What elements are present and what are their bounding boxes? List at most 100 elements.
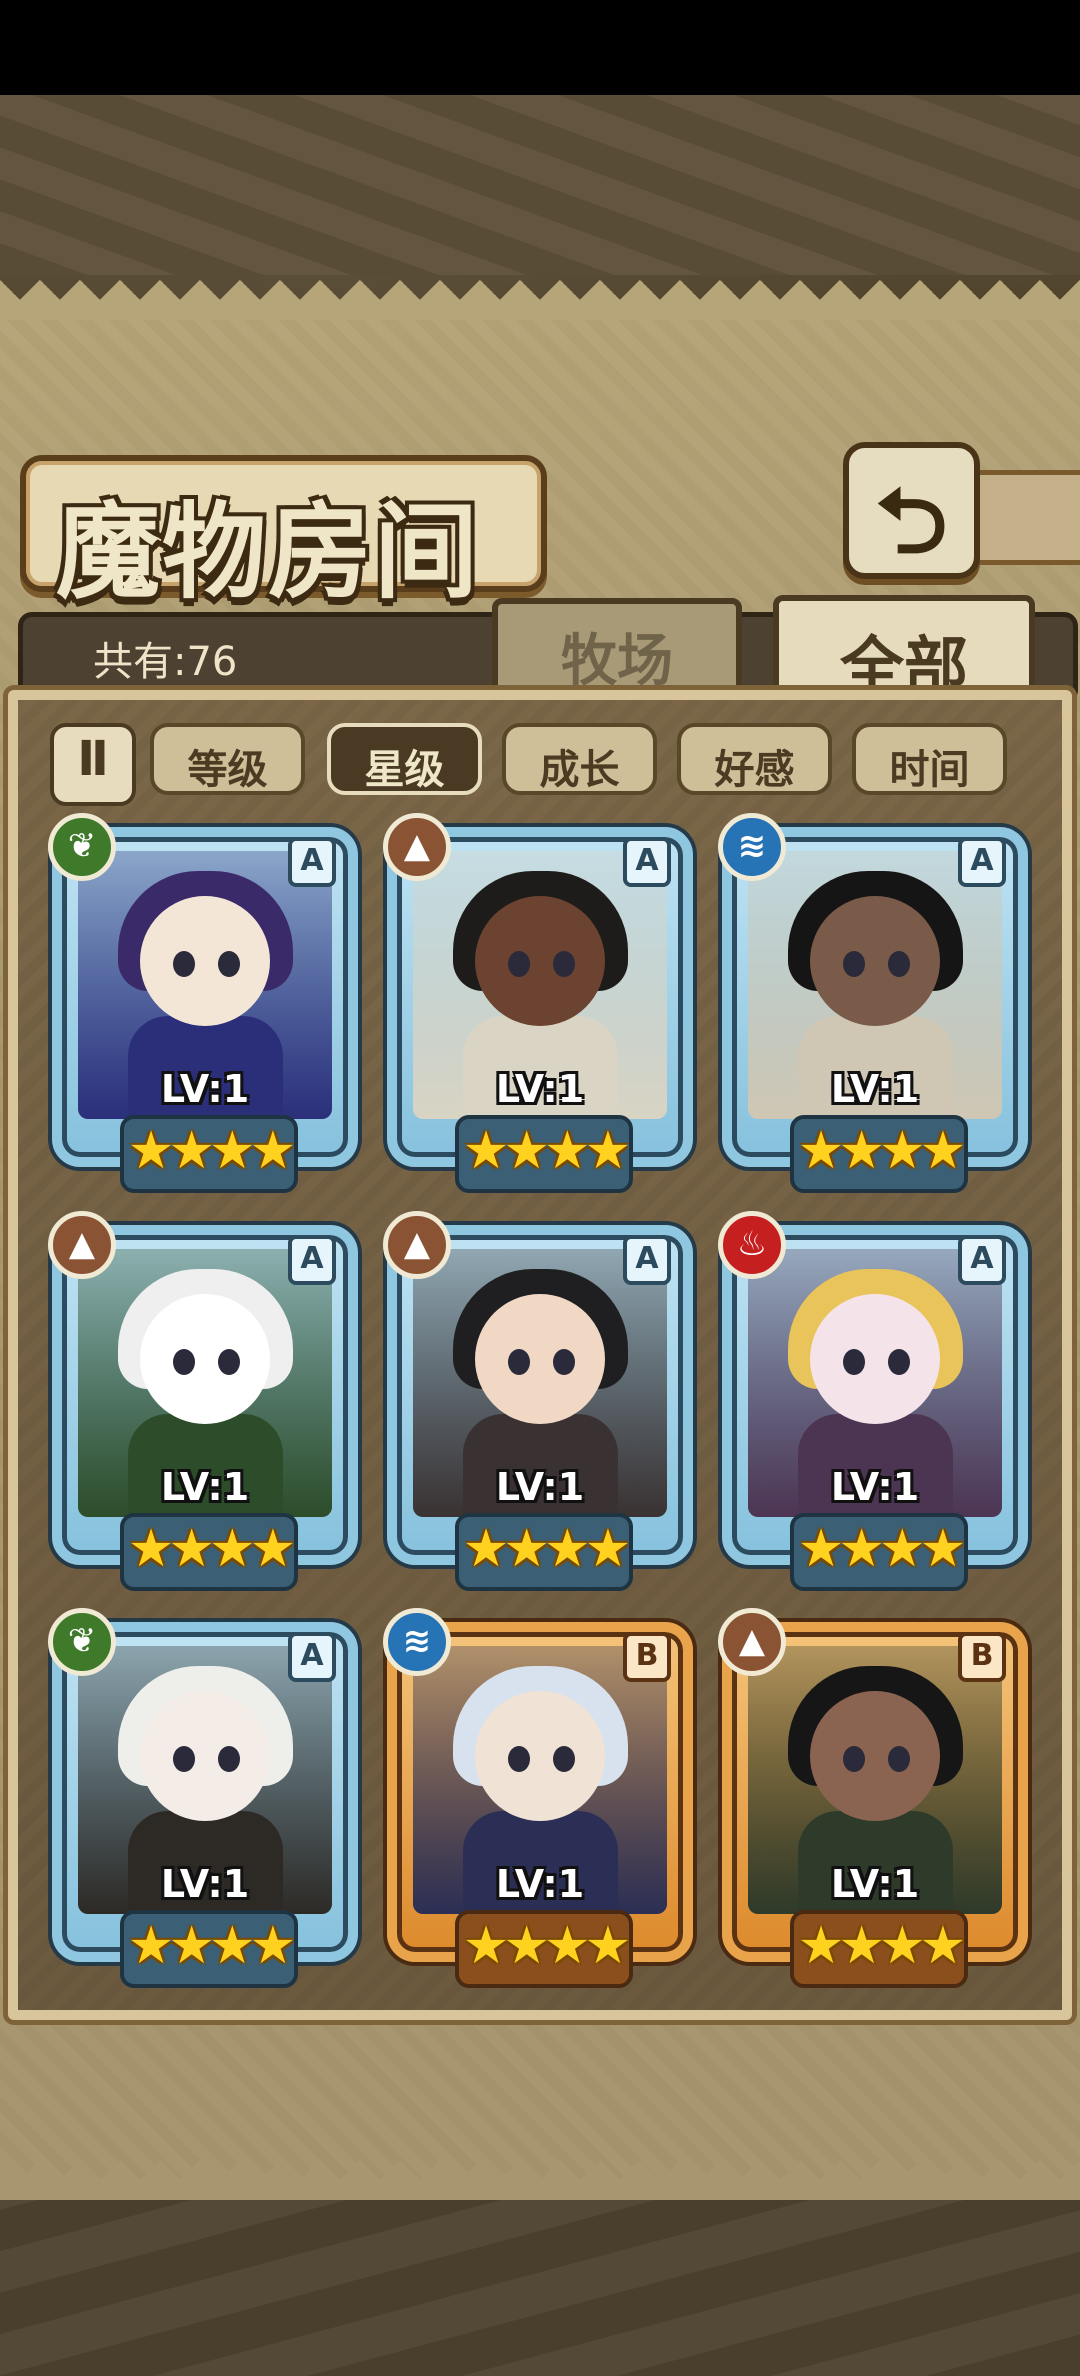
earth-element-icon: ▲ (48, 1211, 116, 1279)
monster-card[interactable]: A ≋ LV:1 ★★★★ (718, 813, 1028, 1193)
star-icon: ★★★★ (127, 1916, 296, 1976)
star-rating: ★★★★ (455, 1910, 633, 1988)
water-element-icon: ≋ (383, 1608, 451, 1676)
monster-card[interactable]: A ▲ LV:1 ★★★★ (48, 1211, 358, 1591)
grass-element-icon: ❦ (48, 1608, 116, 1676)
rank-badge: A (288, 837, 336, 887)
water-element-icon: ≋ (718, 813, 786, 881)
grass-element-icon: ❦ (48, 813, 116, 881)
monster-card[interactable]: A ♨ LV:1 ★★★★ (718, 1211, 1028, 1591)
level-label: LV:1 (495, 1862, 585, 1906)
level-label: LV:1 (495, 1067, 585, 1111)
portrait-eye (218, 1349, 240, 1375)
level-label: LV:1 (830, 1862, 920, 1906)
panel-edge-bottom (0, 2160, 1080, 2200)
earth-element-icon: ▲ (718, 1608, 786, 1676)
sort-filter-button[interactable]: 等级 (150, 723, 305, 795)
sort-filter-label: 等级 (187, 747, 268, 793)
sort-filter-button[interactable]: 星级 (327, 723, 482, 795)
portrait-face (810, 1294, 940, 1424)
monster-card[interactable]: A ▲ LV:1 ★★★★ (383, 1211, 693, 1591)
panel-edge-top (0, 280, 1080, 320)
sort-order-icon: Ⅱ (77, 731, 109, 787)
map-background-top (0, 95, 1080, 275)
portrait-face (140, 1691, 270, 1821)
title-plate: 魔物房间 (20, 455, 547, 613)
star-rating: ★★★★ (790, 1513, 968, 1591)
sort-filter-button[interactable]: 成长 (502, 723, 657, 795)
sort-filter-label: 星级 (364, 747, 445, 793)
map-background-bottom (0, 2190, 1080, 2376)
portrait-face (475, 1294, 605, 1424)
portrait-eye (843, 1349, 865, 1375)
portrait-eye (888, 1349, 910, 1375)
portrait-eye (508, 1746, 530, 1772)
level-label: LV:1 (160, 1067, 250, 1111)
return-arrow-icon: ⮌ (875, 469, 948, 574)
portrait-eye (173, 951, 195, 977)
rank-badge: A (623, 1235, 671, 1285)
monster-card[interactable]: A ❦ LV:1 ★★★★ (48, 813, 358, 1193)
level-label: LV:1 (495, 1465, 585, 1509)
sort-filter-button[interactable]: 好感 (677, 723, 832, 795)
sort-filter-button[interactable]: 时间 (852, 723, 1007, 795)
monster-card[interactable]: A ▲ LV:1 ★★★★ (383, 813, 693, 1193)
rank-badge: A (623, 837, 671, 887)
rank-badge: A (288, 1632, 336, 1682)
level-label: LV:1 (830, 1465, 920, 1509)
fire-element-icon: ♨ (718, 1211, 786, 1279)
portrait-face (475, 1691, 605, 1821)
earth-element-icon: ▲ (383, 813, 451, 881)
rank-badge: B (958, 1632, 1006, 1682)
portrait-face (140, 1294, 270, 1424)
star-icon: ★★★★ (797, 1916, 966, 1976)
star-icon: ★★★★ (462, 1519, 631, 1579)
level-label: LV:1 (830, 1067, 920, 1111)
sort-filter-label: 时间 (889, 747, 970, 793)
star-rating: ★★★★ (455, 1115, 633, 1193)
star-icon: ★★★★ (797, 1519, 966, 1579)
portrait-eye (888, 951, 910, 977)
portrait-face (810, 1691, 940, 1821)
portrait-eye (888, 1746, 910, 1772)
back-button[interactable]: ⮌ (843, 442, 980, 579)
back-bar (968, 470, 1080, 565)
sort-filter-label: 成长 (539, 747, 620, 793)
monster-card[interactable]: A ❦ LV:1 ★★★★ (48, 1608, 358, 1988)
tab-ranch[interactable]: 牧场 (492, 598, 742, 698)
portrait-eye (508, 951, 530, 977)
status-bar (0, 0, 1080, 95)
monster-card[interactable]: B ≋ LV:1 ★★★★ (383, 1608, 693, 1988)
star-icon: ★★★★ (797, 1121, 966, 1181)
level-label: LV:1 (160, 1465, 250, 1509)
star-rating: ★★★★ (790, 1115, 968, 1193)
star-icon: ★★★★ (127, 1121, 296, 1181)
level-label: LV:1 (160, 1862, 250, 1906)
star-rating: ★★★★ (120, 1910, 298, 1988)
monster-card[interactable]: B ▲ LV:1 ★★★★ (718, 1608, 1028, 1988)
sort-filter-label: 好感 (714, 747, 795, 793)
portrait-eye (173, 1746, 195, 1772)
portrait-face (140, 896, 270, 1026)
portrait-eye (218, 1746, 240, 1772)
earth-element-icon: ▲ (383, 1211, 451, 1279)
portrait-eye (843, 1746, 865, 1772)
star-icon: ★★★★ (127, 1519, 296, 1579)
portrait-eye (508, 1349, 530, 1375)
portrait-face (475, 896, 605, 1026)
star-rating: ★★★★ (455, 1513, 633, 1591)
page-title: 魔物房间 (56, 490, 481, 613)
portrait-eye (843, 951, 865, 977)
monster-count: 共有:76 (93, 639, 238, 685)
rank-badge: A (958, 1235, 1006, 1285)
portrait-eye (218, 951, 240, 977)
tab-ranch-label: 牧场 (561, 628, 673, 694)
star-icon: ★★★★ (462, 1121, 631, 1181)
star-rating: ★★★★ (790, 1910, 968, 1988)
portrait-eye (553, 1349, 575, 1375)
star-icon: ★★★★ (462, 1916, 631, 1976)
rank-badge: B (623, 1632, 671, 1682)
sort-order-toggle[interactable]: Ⅱ (50, 723, 136, 806)
portrait-eye (173, 1349, 195, 1375)
star-rating: ★★★★ (120, 1513, 298, 1591)
